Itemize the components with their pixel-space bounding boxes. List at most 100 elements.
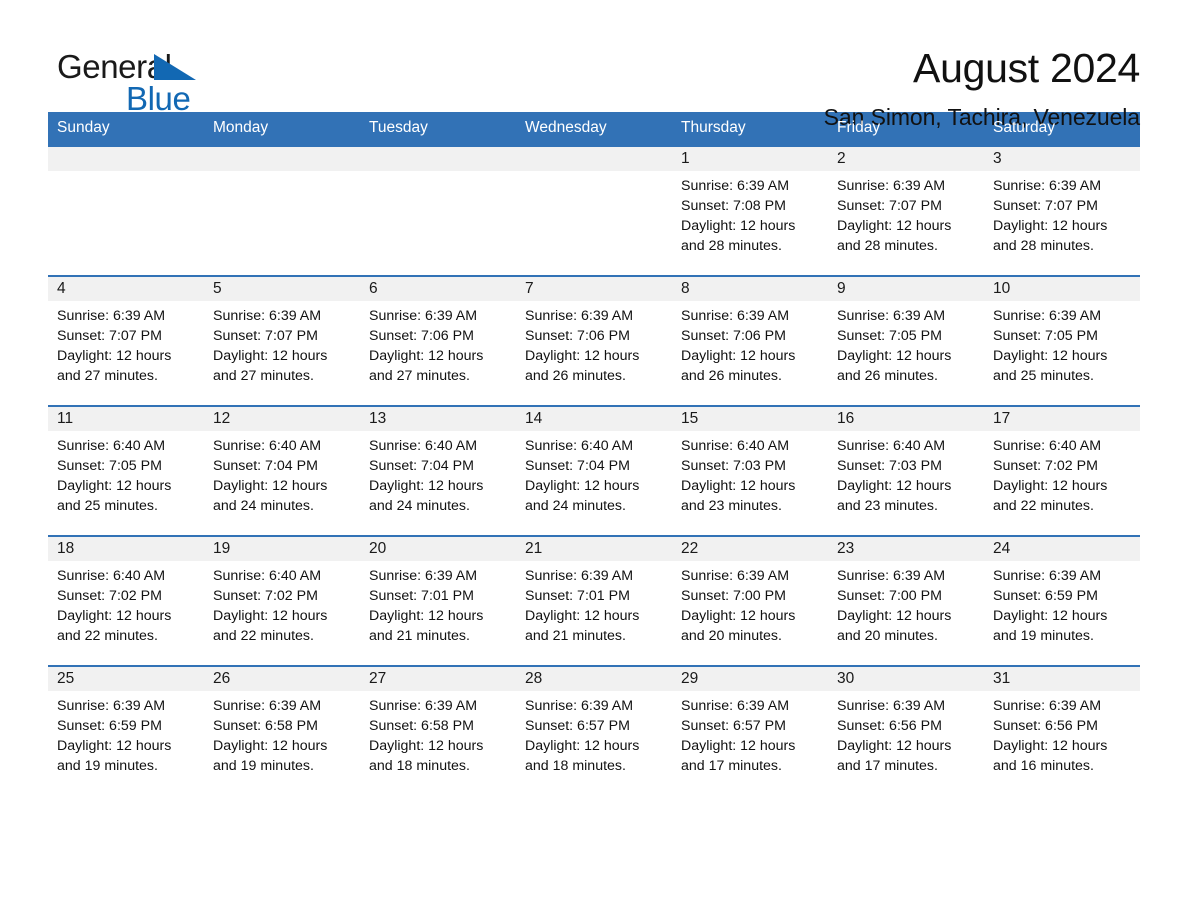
calendar-day-cell[interactable]: 30 Sunrise: 6:39 AM Sunset: 6:56 PM Dayligh…: [828, 665, 984, 795]
day-number: 19: [204, 537, 360, 561]
calendar-day-cell[interactable]: 26 Sunrise: 6:39 AM Sunset: 6:58 PM Dayligh…: [204, 665, 360, 795]
sunset-time: Sunset: 7:05 PM: [837, 328, 942, 344]
daylight-duration-line2: and 23 minutes.: [837, 498, 938, 514]
calendar-week-row: 18 Sunrise: 6:40 AM Sunset: 7:02 PM Dayligh…: [48, 535, 1140, 666]
calendar-day-cell[interactable]: 18 Sunrise: 6:40 AM Sunset: 7:02 PM Dayligh…: [48, 535, 204, 666]
daylight-duration-line1: Daylight: 12 hours: [525, 738, 640, 754]
day-number: 13: [360, 407, 516, 431]
calendar-cell-empty: [360, 145, 516, 276]
calendar-day-cell[interactable]: 31 Sunrise: 6:39 AM Sunset: 6:56 PM Dayligh…: [984, 665, 1140, 795]
day-number: 21: [516, 537, 672, 561]
calendar-day-cell[interactable]: 21 Sunrise: 6:39 AM Sunset: 7:01 PM Dayligh…: [516, 535, 672, 666]
day-details: Sunrise: 6:39 AM Sunset: 7:01 PM Daylight:…: [360, 561, 516, 646]
daylight-duration-line2: and 23 minutes.: [681, 498, 782, 514]
calendar-day-cell[interactable]: 16 Sunrise: 6:40 AM Sunset: 7:03 PM Dayligh…: [828, 405, 984, 536]
calendar-day-cell[interactable]: 22 Sunrise: 6:39 AM Sunset: 7:00 PM Dayligh…: [672, 535, 828, 666]
day-number: 28: [516, 667, 672, 691]
calendar-day-cell[interactable]: 5 Sunrise: 6:39 AM Sunset: 7:07 PM Daylight…: [204, 275, 360, 406]
day-details: Sunrise: 6:40 AM Sunset: 7:05 PM Daylight:…: [48, 431, 204, 516]
calendar-day-cell[interactable]: 2 Sunrise: 6:39 AM Sunset: 7:07 PM Daylight…: [828, 145, 984, 276]
calendar-day-cell[interactable]: 23 Sunrise: 6:39 AM Sunset: 7:00 PM Dayligh…: [828, 535, 984, 666]
calendar-day-cell[interactable]: 19 Sunrise: 6:40 AM Sunset: 7:02 PM Dayligh…: [204, 535, 360, 666]
calendar-day-cell[interactable]: 9 Sunrise: 6:39 AM Sunset: 7:05 PM Daylight…: [828, 275, 984, 406]
sunset-time: Sunset: 7:07 PM: [57, 328, 162, 344]
calendar-day-cell[interactable]: 29 Sunrise: 6:39 AM Sunset: 6:57 PM Dayligh…: [672, 665, 828, 795]
daylight-duration-line2: and 24 minutes.: [213, 498, 314, 514]
calendar-day-cell[interactable]: 7 Sunrise: 6:39 AM Sunset: 7:06 PM Daylight…: [516, 275, 672, 406]
daylight-duration-line1: Daylight: 12 hours: [993, 738, 1108, 754]
daylight-duration-line2: and 25 minutes.: [993, 368, 1094, 384]
day-number: [360, 147, 516, 171]
calendar-day-cell[interactable]: 13 Sunrise: 6:40 AM Sunset: 7:04 PM Dayligh…: [360, 405, 516, 536]
calendar-day-cell[interactable]: 4 Sunrise: 6:39 AM Sunset: 7:07 PM Daylight…: [48, 275, 204, 406]
daylight-duration-line2: and 18 minutes.: [525, 758, 626, 774]
sunrise-time: Sunrise: 6:39 AM: [369, 568, 478, 584]
day-details: Sunrise: 6:39 AM Sunset: 6:59 PM Daylight:…: [48, 691, 204, 776]
calendar-day-cell[interactable]: 28 Sunrise: 6:39 AM Sunset: 6:57 PM Dayligh…: [516, 665, 672, 795]
sunset-time: Sunset: 7:04 PM: [213, 458, 318, 474]
day-details: Sunrise: 6:40 AM Sunset: 7:02 PM Daylight:…: [48, 561, 204, 646]
daylight-duration-line1: Daylight: 12 hours: [57, 738, 172, 754]
general-blue-logo[interactable]: General Blue: [57, 42, 207, 118]
calendar-day-cell[interactable]: 27 Sunrise: 6:39 AM Sunset: 6:58 PM Dayligh…: [360, 665, 516, 795]
sunset-time: Sunset: 7:03 PM: [681, 458, 786, 474]
daylight-duration-line2: and 24 minutes.: [525, 498, 626, 514]
daylight-duration-line1: Daylight: 12 hours: [993, 348, 1108, 364]
sunrise-time: Sunrise: 6:39 AM: [525, 698, 634, 714]
day-number: [516, 147, 672, 171]
day-number: 7: [516, 277, 672, 301]
day-number: 3: [984, 147, 1140, 171]
calendar-week-row: 25 Sunrise: 6:39 AM Sunset: 6:59 PM Dayligh…: [48, 665, 1140, 795]
sunset-time: Sunset: 7:01 PM: [525, 588, 630, 604]
calendar-day-cell[interactable]: 3 Sunrise: 6:39 AM Sunset: 7:07 PM Daylight…: [984, 145, 1140, 276]
daylight-duration-line1: Daylight: 12 hours: [213, 738, 328, 754]
sunrise-time: Sunrise: 6:39 AM: [993, 308, 1102, 324]
day-details: Sunrise: 6:40 AM Sunset: 7:04 PM Daylight:…: [360, 431, 516, 516]
weekday-header-monday: Monday: [204, 112, 360, 146]
sunrise-time: Sunrise: 6:40 AM: [837, 438, 946, 454]
sunrise-time: Sunrise: 6:39 AM: [837, 698, 946, 714]
calendar-day-cell[interactable]: 6 Sunrise: 6:39 AM Sunset: 7:06 PM Daylight…: [360, 275, 516, 406]
sunset-time: Sunset: 7:03 PM: [837, 458, 942, 474]
calendar-week-row: 1 Sunrise: 6:39 AM Sunset: 7:08 PM Daylight…: [48, 145, 1140, 276]
daylight-duration-line2: and 16 minutes.: [993, 758, 1094, 774]
daylight-duration-line2: and 22 minutes.: [213, 628, 314, 644]
sunrise-time: Sunrise: 6:39 AM: [837, 568, 946, 584]
calendar-day-cell[interactable]: 15 Sunrise: 6:40 AM Sunset: 7:03 PM Dayligh…: [672, 405, 828, 536]
calendar-week-row: 11 Sunrise: 6:40 AM Sunset: 7:05 PM Dayligh…: [48, 405, 1140, 536]
calendar-day-cell[interactable]: 25 Sunrise: 6:39 AM Sunset: 6:59 PM Dayligh…: [48, 665, 204, 795]
sunset-time: Sunset: 7:06 PM: [525, 328, 630, 344]
daylight-duration-line1: Daylight: 12 hours: [525, 478, 640, 494]
day-details: Sunrise: 6:39 AM Sunset: 7:00 PM Daylight:…: [672, 561, 828, 646]
daylight-duration-line1: Daylight: 12 hours: [837, 478, 952, 494]
sunset-time: Sunset: 6:58 PM: [369, 718, 474, 734]
sunset-time: Sunset: 7:08 PM: [681, 198, 786, 214]
calendar-day-cell[interactable]: 20 Sunrise: 6:39 AM Sunset: 7:01 PM Dayligh…: [360, 535, 516, 666]
calendar-day-cell[interactable]: 12 Sunrise: 6:40 AM Sunset: 7:04 PM Dayligh…: [204, 405, 360, 536]
sunset-time: Sunset: 7:07 PM: [837, 198, 942, 214]
weekday-header-wednesday: Wednesday: [516, 112, 672, 146]
sunset-time: Sunset: 6:57 PM: [525, 718, 630, 734]
daylight-duration-line1: Daylight: 12 hours: [837, 608, 952, 624]
daylight-duration-line1: Daylight: 12 hours: [837, 348, 952, 364]
day-details: Sunrise: 6:39 AM Sunset: 6:57 PM Daylight:…: [516, 691, 672, 776]
calendar-day-cell[interactable]: 1 Sunrise: 6:39 AM Sunset: 7:08 PM Daylight…: [672, 145, 828, 276]
daylight-duration-line2: and 27 minutes.: [57, 368, 158, 384]
calendar-day-cell[interactable]: 24 Sunrise: 6:39 AM Sunset: 6:59 PM Dayligh…: [984, 535, 1140, 666]
calendar-day-cell[interactable]: 10 Sunrise: 6:39 AM Sunset: 7:05 PM Dayligh…: [984, 275, 1140, 406]
daylight-duration-line1: Daylight: 12 hours: [369, 348, 484, 364]
day-details: Sunrise: 6:39 AM Sunset: 7:07 PM Daylight:…: [984, 171, 1140, 256]
day-number: 14: [516, 407, 672, 431]
daylight-duration-line1: Daylight: 12 hours: [57, 478, 172, 494]
calendar-day-cell[interactable]: 17 Sunrise: 6:40 AM Sunset: 7:02 PM Dayligh…: [984, 405, 1140, 536]
calendar-day-cell[interactable]: 14 Sunrise: 6:40 AM Sunset: 7:04 PM Dayligh…: [516, 405, 672, 536]
day-number: 5: [204, 277, 360, 301]
day-details: Sunrise: 6:39 AM Sunset: 6:58 PM Daylight:…: [360, 691, 516, 776]
sunset-time: Sunset: 7:00 PM: [837, 588, 942, 604]
sunset-time: Sunset: 7:07 PM: [993, 198, 1098, 214]
calendar-day-cell[interactable]: 11 Sunrise: 6:40 AM Sunset: 7:05 PM Dayligh…: [48, 405, 204, 536]
sunrise-time: Sunrise: 6:39 AM: [369, 698, 478, 714]
day-details: Sunrise: 6:39 AM Sunset: 7:07 PM Daylight:…: [204, 301, 360, 386]
day-number: 20: [360, 537, 516, 561]
calendar-day-cell[interactable]: 8 Sunrise: 6:39 AM Sunset: 7:06 PM Daylight…: [672, 275, 828, 406]
